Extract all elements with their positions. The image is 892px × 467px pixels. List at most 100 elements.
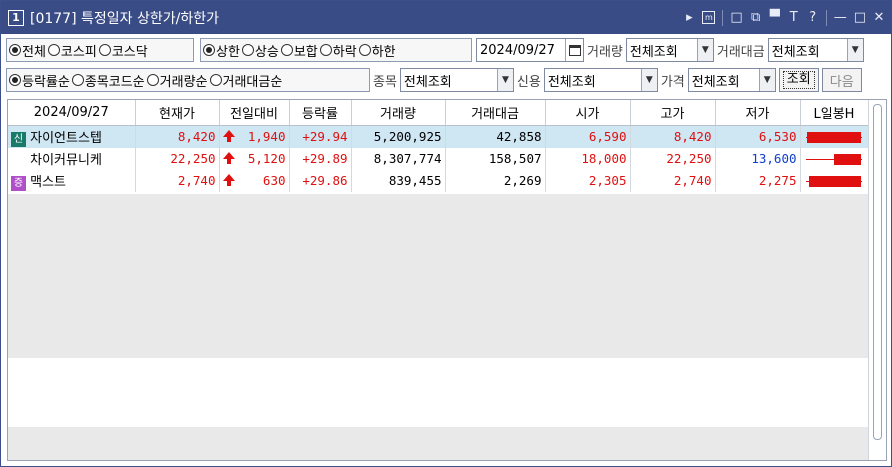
market-radio-group: 전체 코스피 코스닥 — [6, 38, 194, 62]
change-value: 5,120 — [247, 151, 286, 166]
stock-name-cell[interactable]: 차이커뮤니케 — [8, 147, 136, 170]
chevron-down-icon[interactable]: ▼ — [758, 69, 775, 91]
sort-radio-label: 등락률순 — [22, 74, 70, 90]
sort-radio-label: 거래량순 — [159, 74, 208, 90]
price-select[interactable]: 전체조회 ▼ — [687, 68, 776, 92]
market-radio-kosdaq[interactable]: 코스닥 — [98, 41, 148, 60]
limit-radio-lower[interactable]: 하한 — [358, 41, 396, 60]
font-size-icon[interactable]: T — [788, 10, 800, 25]
limit-radio-flat[interactable]: 보합 — [280, 41, 318, 60]
limit-radio-fall[interactable]: 하락 — [319, 41, 357, 60]
col-header-amount[interactable]: 거래대금 — [445, 100, 546, 126]
scrollbar-thumb[interactable] — [873, 104, 882, 440]
stock-select[interactable]: 전체조회 ▼ — [399, 68, 514, 92]
title-bar[interactable]: 1 [0177] 특정일자 상한가/하한가 ▸ m □ ⧉ ▀ T ? — □ … — [1, 1, 891, 34]
stock-select-value: 전체조회 — [403, 74, 452, 90]
amount-select[interactable]: 전체조회 ▼ — [767, 38, 864, 62]
radio-icon — [280, 44, 293, 56]
low-cell: 13,600 — [715, 147, 801, 170]
market-radio-label: 코스닥 — [111, 44, 148, 60]
copy-window-icon[interactable]: ⧉ — [750, 10, 762, 25]
col-header-change[interactable]: 전일대비 — [219, 100, 290, 126]
memo-icon[interactable]: m — [702, 11, 716, 24]
up-arrow-icon — [222, 174, 235, 187]
sort-radio-group: 등락률순 종목코드순 거래량순 거래대금순 — [6, 68, 370, 92]
pin-icon[interactable]: ▀ — [769, 10, 781, 25]
empty-row-band — [8, 358, 868, 427]
rate-cell: +29.86 — [289, 169, 352, 192]
vertical-scrollbar[interactable] — [868, 100, 886, 460]
col-header-open[interactable]: 시가 — [545, 100, 631, 126]
title-controls: ▸ m □ ⧉ ▀ T ? — □ ✕ — [683, 1, 885, 34]
table-row[interactable]: 증 맥스트 2,740 630 +29.86 839,455 2,269 2,305 2,74… — [8, 169, 869, 192]
market-radio-kospi[interactable]: 코스피 — [47, 41, 97, 60]
up-arrow-icon — [222, 152, 235, 165]
maximize-icon[interactable]: □ — [854, 10, 866, 25]
limit-radio-label: 상승 — [254, 44, 279, 60]
next-button[interactable]: 다음 — [821, 68, 862, 92]
low-cell: 2,275 — [715, 169, 801, 192]
candle-cell — [800, 125, 869, 148]
candle-cell — [800, 169, 869, 192]
limit-radio-label: 하락 — [332, 44, 357, 60]
radio-selected-icon — [9, 74, 21, 86]
col-header-low[interactable]: 저가 — [715, 100, 801, 126]
sort-radio-label: 거래대금순 — [222, 74, 283, 90]
open-cell: 18,000 — [545, 147, 631, 170]
high-cell: 22,250 — [630, 147, 716, 170]
table-body: 신 자이언트스텝 8,420 1,940 +29.94 5,200,925 42,858 6… — [8, 125, 869, 192]
stock-badge: 신 — [11, 131, 26, 147]
expand-icon[interactable]: ▸ — [683, 10, 695, 25]
date-field[interactable]: 2024/09/27 — [476, 38, 584, 62]
limit-radio-upper[interactable]: 상한 — [203, 41, 240, 60]
app-window: 1 [0177] 특정일자 상한가/하한가 ▸ m □ ⧉ ▀ T ? — □ … — [0, 0, 892, 467]
change-value: 1,940 — [247, 129, 286, 144]
col-header-price[interactable]: 현재가 — [135, 100, 220, 126]
col-header-volume[interactable]: 거래량 — [351, 100, 446, 126]
col-header-candle[interactable]: L일봉H — [800, 100, 869, 126]
stock-name-cell[interactable]: 증 맥스트 — [8, 169, 136, 192]
sort-radio-rate[interactable]: 등락률순 — [9, 71, 70, 90]
minimize-icon[interactable]: — — [834, 10, 847, 25]
col-header-rate[interactable]: 등락률 — [289, 100, 352, 126]
empty-row-band — [8, 194, 868, 291]
change-value: 630 — [262, 173, 286, 188]
radio-icon — [241, 44, 254, 56]
sort-radio-code[interactable]: 종목코드순 — [71, 71, 145, 90]
price-select-value: 전체조회 — [691, 74, 740, 90]
filter-row-1: 전체 코스피 코스닥 상한 상승 보합 하락 하한 2024/09/27 거래량… — [6, 38, 864, 62]
date-value: 2024/09/27 — [480, 42, 555, 58]
title-divider — [722, 9, 724, 26]
credit-select[interactable]: 전체조회 ▼ — [543, 68, 658, 92]
amount-label: 거래대금 — [716, 44, 765, 60]
radio-icon — [47, 44, 60, 56]
col-header-date[interactable]: 2024/09/27 — [8, 100, 136, 126]
help-icon[interactable]: ? — [807, 10, 819, 25]
calendar-button[interactable] — [565, 39, 583, 61]
chevron-down-icon[interactable]: ▼ — [640, 69, 657, 91]
radio-icon — [358, 44, 371, 56]
col-header-high[interactable]: 고가 — [630, 100, 716, 126]
sort-radio-amount[interactable]: 거래대금순 — [209, 71, 283, 90]
market-radio-all[interactable]: 전체 — [9, 41, 46, 60]
volume-select[interactable]: 전체조회 ▼ — [625, 38, 714, 62]
candle-body — [807, 131, 862, 143]
chevron-down-icon[interactable]: ▼ — [846, 39, 863, 61]
chevron-down-icon[interactable]: ▼ — [696, 39, 713, 61]
current-price-cell: 8,420 — [135, 125, 220, 148]
volume-label: 거래량 — [587, 44, 623, 60]
search-button[interactable]: 조회 — [778, 68, 819, 92]
radio-icon — [209, 74, 222, 86]
calendar-icon — [568, 44, 581, 56]
stock-name-cell[interactable]: 신 자이언트스텝 — [8, 125, 136, 148]
limit-radio-rise[interactable]: 상승 — [241, 41, 279, 60]
candle-body — [833, 153, 862, 165]
table-row[interactable]: 신 자이언트스텝 8,420 1,940 +29.94 5,200,925 42,858 6… — [8, 125, 869, 148]
table-row[interactable]: 차이커뮤니케 22,250 5,120 +29.89 8,307,774 158,507 1… — [8, 147, 869, 170]
chevron-down-icon[interactable]: ▼ — [496, 69, 513, 91]
radio-icon — [98, 44, 111, 56]
close-icon[interactable]: ✕ — [873, 10, 885, 25]
sort-radio-volume[interactable]: 거래량순 — [146, 71, 208, 90]
link-window-icon[interactable]: □ — [730, 10, 742, 25]
open-cell: 2,305 — [545, 169, 631, 192]
